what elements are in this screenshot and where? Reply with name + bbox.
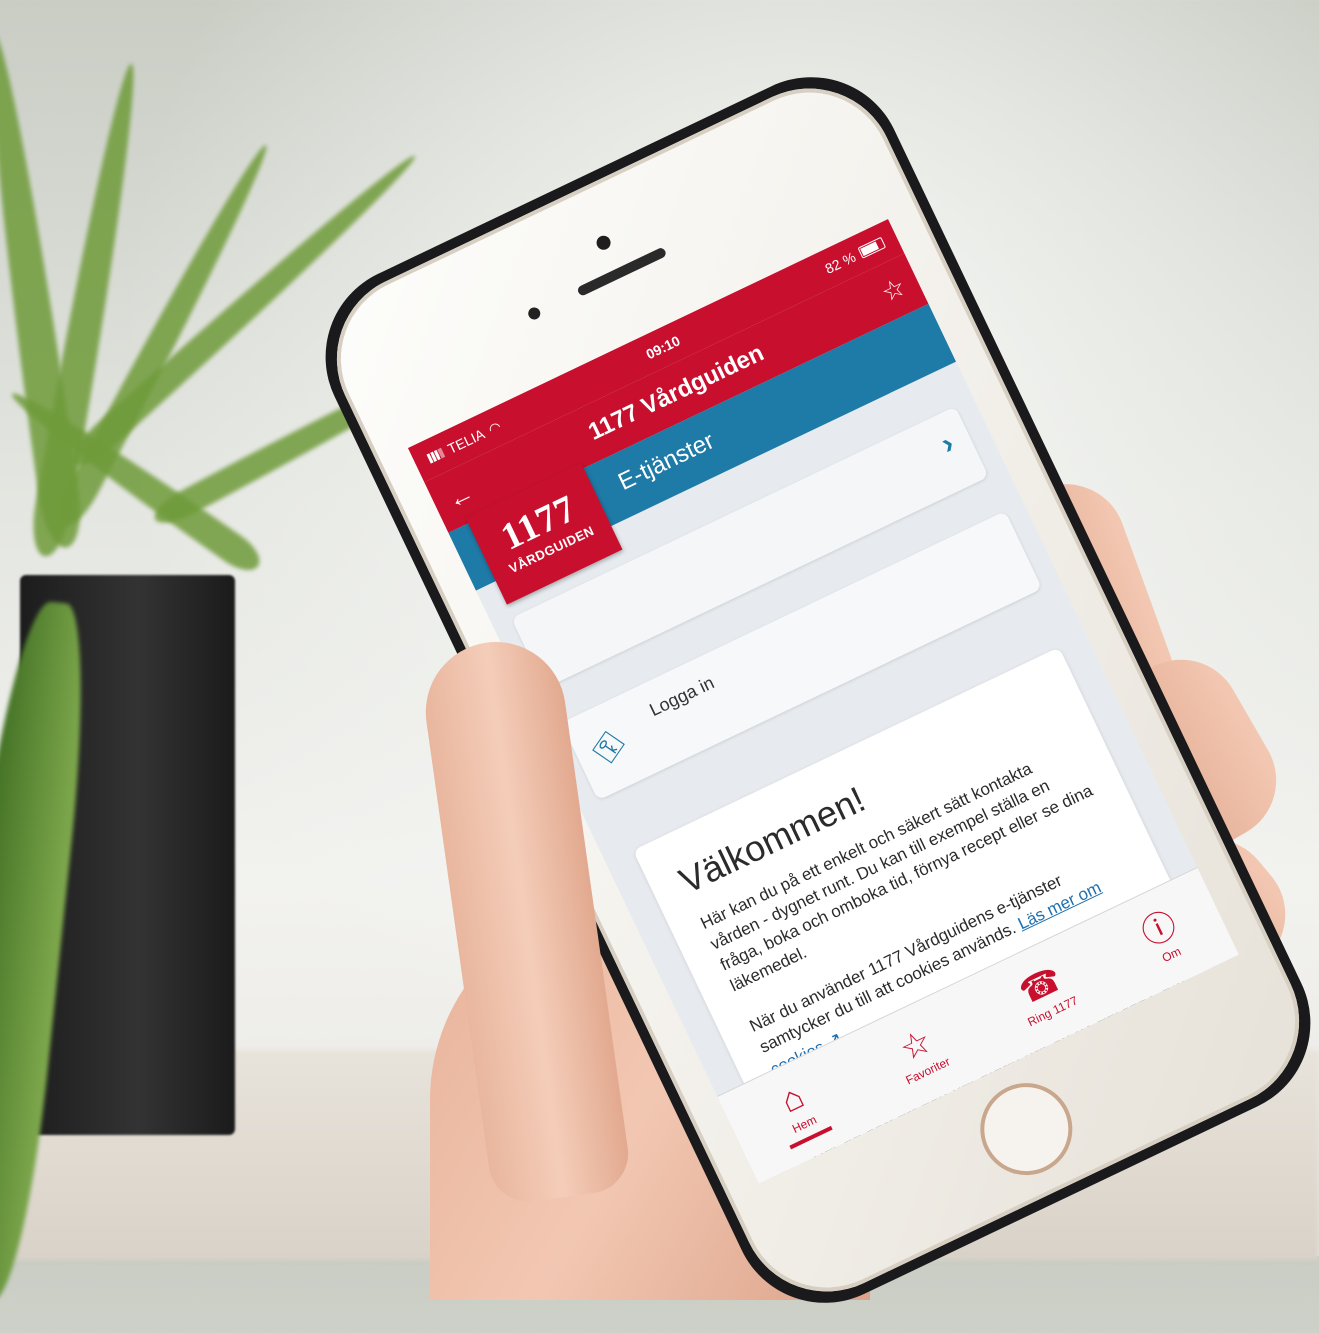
home-button[interactable] (965, 1067, 1088, 1191)
key-icon: ⚿ (585, 725, 632, 769)
signal-bars-icon (426, 447, 446, 464)
earpiece (576, 246, 668, 297)
tab-about[interactable]: ⓘ Om (1136, 905, 1190, 969)
carrier-label: TELIA (445, 425, 488, 457)
home-icon: ⌂ (774, 1077, 810, 1121)
battery-percent: 82 % (822, 248, 859, 277)
proximity-sensor (526, 305, 543, 322)
chevron-right-icon: › (935, 426, 960, 461)
wifi-icon: ◠ (485, 417, 504, 438)
clock: 09:10 (643, 332, 683, 363)
front-camera (594, 233, 613, 253)
login-label: Logga in (646, 671, 718, 720)
tab-call-1177[interactable]: ☎ Ring 1177 (1009, 959, 1080, 1029)
tab-favorites[interactable]: ☆ Favoriter (887, 1020, 952, 1087)
battery-icon (857, 236, 887, 259)
tab-home[interactable]: ⌂ Hem (764, 1074, 832, 1150)
